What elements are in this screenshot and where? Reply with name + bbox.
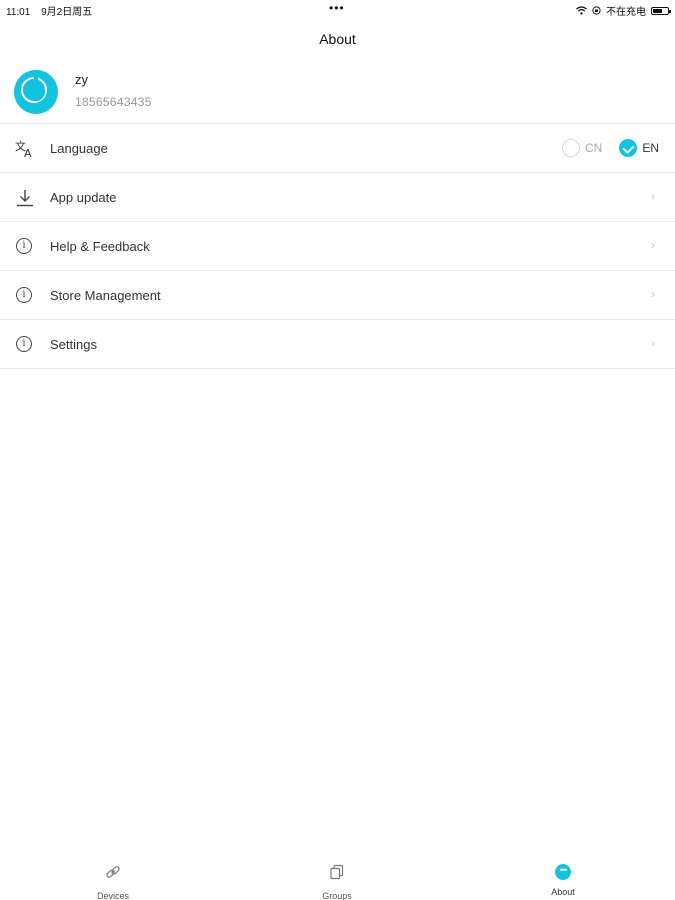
en-radio[interactable] (619, 139, 638, 157)
copy-icon (330, 864, 344, 880)
download-icon (17, 190, 33, 207)
chevron-right-icon: › (651, 238, 655, 252)
tab-label: Groups (322, 891, 352, 900)
cn-option-label[interactable]: CN (585, 141, 602, 155)
menu-item-label: App update (50, 190, 117, 205)
info-icon: i (16, 238, 32, 254)
svg-text:A: A (24, 147, 32, 159)
language-label: Language (50, 141, 108, 156)
chevron-right-icon: › (651, 189, 655, 203)
page-title: About (319, 31, 356, 47)
chevron-right-icon: › (651, 336, 655, 350)
menu-item-label: Store Management (50, 288, 161, 303)
status-date: 9月2日周五 (41, 7, 93, 18)
tab-groups[interactable]: Groups (277, 863, 397, 900)
tab-label: Devices (96, 891, 129, 900)
language-row: 文 A Language CN EN (0, 124, 675, 173)
language-options: CN EN (561, 139, 659, 157)
tab-label: About (551, 887, 575, 897)
menu-item-store-management[interactable]: i Store Management › (0, 271, 675, 320)
profile-header[interactable]: zy 18565643435 (0, 64, 675, 122)
status-time: 11:01 (6, 7, 31, 18)
divider (0, 368, 675, 369)
menu-item-help-feedback[interactable]: i Help & Feedback › (0, 222, 675, 271)
about-screen: 11:01 9月2日周五 ••• 不在充电 About zy 185656434… (0, 0, 675, 900)
menu-item-label: Settings (50, 337, 97, 352)
profile-name: zy (75, 72, 88, 87)
info-icon: i (16, 287, 32, 303)
multitask-dots[interactable]: ••• (329, 2, 345, 14)
tab-devices[interactable]: Devices (53, 863, 173, 900)
tab-about[interactable]: ••• About (503, 863, 623, 897)
en-option-label[interactable]: EN (642, 141, 659, 155)
battery-icon (651, 6, 671, 15)
profile-phone: 18565643435 (75, 95, 152, 109)
info-icon: i (16, 336, 32, 352)
more-icon: ••• (555, 864, 571, 880)
orientation-lock-icon (592, 6, 601, 15)
chevron-right-icon: › (651, 287, 655, 301)
menu-item-label: Help & Feedback (50, 239, 150, 254)
link-icon (106, 866, 120, 878)
status-bar: 11:01 9月2日周五 ••• 不在充电 (0, 0, 675, 18)
avatar (14, 70, 58, 114)
wifi-icon (576, 6, 587, 15)
charging-status: 不在充电 (606, 7, 646, 18)
tab-bar: Devices Groups ••• About (0, 855, 675, 900)
translate-icon: 文 A (15, 139, 32, 159)
menu-item-settings[interactable]: i Settings › (0, 320, 675, 369)
cn-radio[interactable] (561, 139, 580, 157)
menu-item-app-update[interactable]: App update › (0, 173, 675, 222)
